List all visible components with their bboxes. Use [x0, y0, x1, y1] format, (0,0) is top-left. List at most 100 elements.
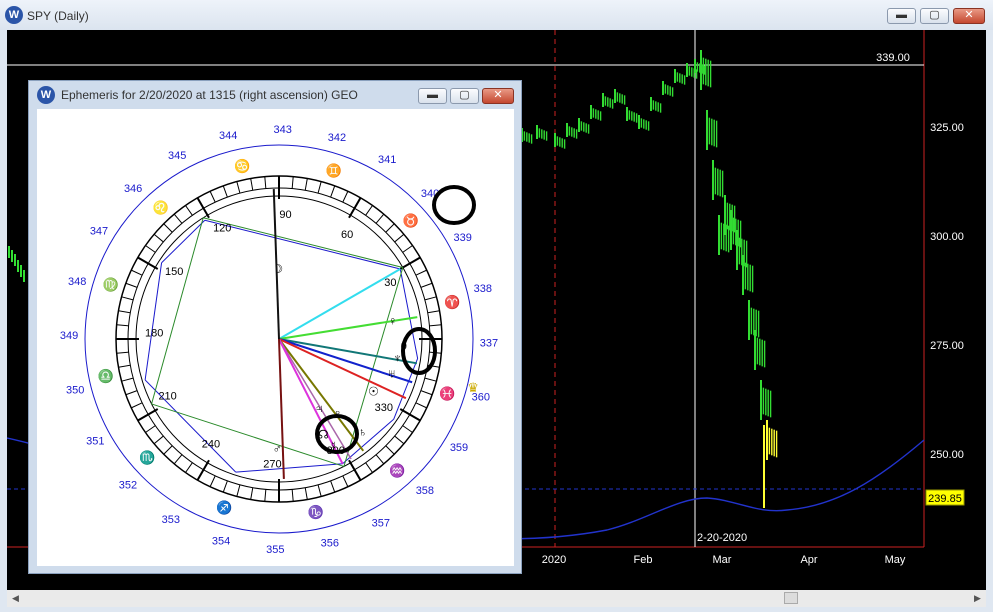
planet-glyph-icon: ♆ [393, 351, 402, 365]
zodiac-glyph-icon: ♏ [139, 450, 155, 465]
degree-label: 180 [145, 327, 163, 339]
outer-number-label: 348 [68, 276, 86, 288]
close-button[interactable]: ✕ [953, 8, 985, 24]
degree-tick [399, 256, 421, 270]
degree-tick [342, 475, 349, 487]
planet-glyph-icon: ♂ [273, 442, 282, 456]
degree-tick [402, 245, 413, 253]
horizontal-scrollbar[interactable]: ◀ ▶ [7, 590, 986, 607]
degree-tick [317, 181, 322, 194]
degree-tick [420, 390, 433, 396]
outer-number-label: 342 [328, 132, 346, 144]
zodiac-glyph-icon: ♈ [444, 295, 460, 310]
degree-tick [236, 484, 241, 497]
zodiac-glyph-icon: ♎ [98, 368, 114, 383]
aspect-square-edge [203, 217, 403, 268]
aspect-square-edge [151, 217, 204, 405]
degree-tick [342, 191, 349, 203]
planet-glyph-icon: ♄ [358, 425, 367, 439]
degree-tick [375, 213, 385, 224]
outer-number-label: 355 [266, 544, 284, 556]
ephemeris-close-button[interactable]: ✕ [482, 88, 514, 104]
aspect-polygon-edge [144, 262, 163, 381]
degree-tick [291, 176, 294, 189]
zodiac-glyph-icon: ♍ [103, 277, 119, 292]
ephemeris-wheel-panel: 0 30 60 90 120 150 180 210 240 270 300 330 337 338 339… [37, 109, 514, 566]
ephemeris-titlebar[interactable]: W Ephemeris for 2/20/2020 at 1315 (right… [29, 81, 521, 107]
outer-number-label: 350 [66, 385, 84, 397]
aspect-polygon-edge [235, 463, 343, 473]
outer-number-label: 351 [86, 436, 104, 448]
degree-tick [196, 197, 210, 219]
degree-tick [118, 310, 131, 314]
outer-number-label: 347 [90, 226, 108, 238]
ephemeris-title: Ephemeris for 2/20/2020 at 1315 (right a… [61, 88, 358, 102]
degree-tick [365, 205, 373, 216]
month-label-mar: Mar [713, 554, 732, 566]
minimize-button[interactable]: ▬ [887, 8, 916, 24]
degree-tick [222, 480, 228, 493]
maximize-icon: ▢ [929, 9, 940, 21]
planet-glyph-icon: ☉ [368, 385, 379, 399]
degree-tick [330, 480, 336, 493]
degree-label: 150 [165, 266, 183, 278]
planet-glyph-icon: ♃ [315, 401, 324, 415]
outer-number-label: 345 [168, 150, 186, 162]
date-marker-label: 2-20-2020 [697, 532, 747, 544]
ephemeris-minimize-button[interactable]: ▬ [418, 88, 447, 104]
degree-tick [385, 223, 395, 233]
degree-tick [264, 176, 267, 189]
degree-tick [250, 487, 254, 500]
degree-tick [137, 256, 159, 270]
minimize-icon: ▬ [896, 9, 907, 21]
degree-tick [222, 185, 228, 198]
degree-label: 120 [213, 222, 231, 234]
degree-tick [348, 197, 362, 219]
degree-label: 30 [384, 277, 396, 289]
month-label-may: May [885, 554, 906, 566]
degree-tick [317, 484, 322, 497]
outer-number-label: 357 [372, 518, 390, 530]
price-label-275: 275.00 [930, 340, 964, 352]
aspect-polygon-edge [204, 219, 401, 270]
degree-tick [429, 324, 442, 327]
scroll-right-arrow-icon[interactable]: ▶ [969, 590, 986, 607]
degree-tick [153, 233, 164, 243]
degree-tick [250, 178, 254, 191]
degree-tick [209, 191, 216, 203]
degree-tick [365, 462, 373, 473]
degree-tick [121, 296, 134, 301]
degree-tick [236, 181, 241, 194]
degree-label: 90 [279, 209, 291, 221]
maximize-button[interactable]: ▢ [920, 8, 949, 24]
ephemeris-window: W Ephemeris for 2/20/2020 at 1315 (right… [28, 80, 522, 574]
degree-tick [145, 425, 156, 433]
scroll-thumb[interactable] [784, 592, 798, 604]
app-logo-icon: W [5, 6, 23, 24]
zodiac-glyph-icon: ♌ [152, 200, 168, 215]
price-label-250: 250.00 [930, 449, 964, 461]
outer-number-label: 337 [480, 338, 498, 350]
main-titlebar[interactable]: W SPY (Daily) ▬ ▢ ✕ [0, 0, 993, 30]
degree-tick [153, 435, 164, 445]
ephemeris-wheel: 0306090120150180210240270300330337338339… [60, 124, 498, 556]
maximize-icon: ▢ [459, 89, 470, 101]
close-icon: ✕ [493, 89, 503, 101]
outer-number-label: 346 [124, 183, 142, 195]
outer-number-label: 343 [273, 124, 291, 136]
planet-glyph-icon: ♅ [387, 367, 396, 381]
degree-tick [415, 402, 427, 409]
price-label-325: 325.00 [930, 122, 964, 134]
ephemeris-maximize-button[interactable]: ▢ [450, 88, 479, 104]
high-price-label: 339.00 [876, 52, 910, 64]
degree-tick [121, 377, 134, 382]
degree-tick [264, 489, 267, 502]
degree-tick [385, 445, 395, 455]
scroll-left-arrow-icon[interactable]: ◀ [7, 590, 24, 607]
degree-tick [131, 269, 143, 276]
degree-label: 60 [341, 229, 353, 241]
degree-tick [348, 459, 362, 481]
degree-tick [173, 213, 183, 224]
degree-label: 210 [158, 391, 176, 403]
pluto-ray [278, 338, 352, 460]
